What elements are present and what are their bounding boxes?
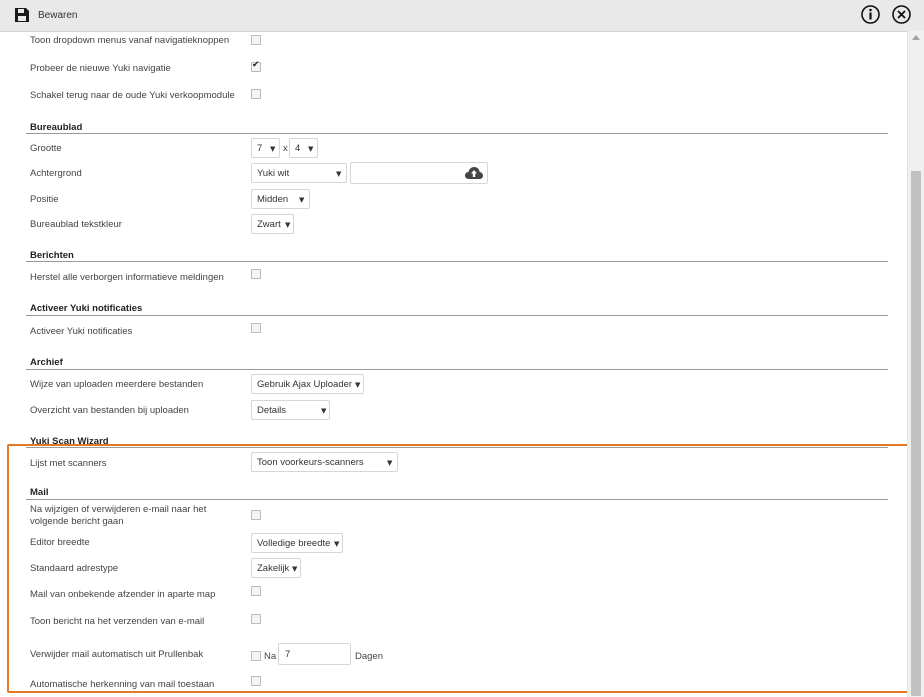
chevron-down-icon: ▼ xyxy=(299,196,305,204)
section-title-archive: Archief xyxy=(30,357,63,368)
section-divider xyxy=(26,315,888,316)
info-circle-icon[interactable] xyxy=(860,4,881,25)
size-label: Grootte xyxy=(30,143,62,154)
section-divider xyxy=(26,133,888,134)
chevron-down-icon: ▼ xyxy=(270,145,276,153)
chevron-down-icon: ▼ xyxy=(336,170,342,178)
upload-mode-label: Wijze van uploaden meerdere bestanden xyxy=(30,379,204,390)
chevron-down-icon: ▼ xyxy=(355,381,361,389)
text-color-select[interactable]: Zwart ▼ xyxy=(251,214,294,234)
section-title-messages: Berichten xyxy=(30,250,74,261)
toolbar: Bewaren xyxy=(0,0,924,32)
upload-overview-value: Details xyxy=(257,404,287,416)
position-value: Midden xyxy=(257,193,289,205)
upload-mode-select[interactable]: Gebruik Ajax Uploader ▼ xyxy=(251,374,364,394)
old-sales-label: Schakel terug naar de oude Yuki verkoopm… xyxy=(30,90,235,101)
position-select[interactable]: Midden ▼ xyxy=(251,189,310,209)
vertical-scrollbar[interactable] xyxy=(907,31,924,697)
background-value: Yuki wit xyxy=(257,167,290,179)
dropdown-nav-label: Toon dropdown menus vanaf navigatieknopp… xyxy=(30,35,230,46)
chevron-down-icon: ▼ xyxy=(308,145,314,153)
text-color-label: Bureaublad tekstkleur xyxy=(30,219,122,230)
close-circle-icon[interactable] xyxy=(891,4,912,25)
activate-notifications-checkbox[interactable] xyxy=(251,323,261,333)
section-divider xyxy=(26,369,888,370)
new-nav-checkbox[interactable] xyxy=(251,60,261,72)
save-label: Bewaren xyxy=(38,9,78,21)
restore-messages-label: Herstel alle verborgen informatieve meld… xyxy=(30,272,224,283)
upload-overview-select[interactable]: Details ▼ xyxy=(251,400,330,420)
upload-mode-value: Gebruik Ajax Uploader xyxy=(257,378,353,390)
cloud-upload-icon[interactable] xyxy=(465,166,483,180)
background-select[interactable]: Yuki wit ▼ xyxy=(251,163,347,183)
upload-overview-label: Overzicht van bestanden bij uploaden xyxy=(30,405,189,416)
save-button[interactable]: Bewaren xyxy=(14,6,77,24)
section-divider xyxy=(26,261,888,262)
section-title-notifications: Activeer Yuki notificaties xyxy=(30,303,143,314)
position-label: Positie xyxy=(30,194,59,205)
floppy-disk-icon xyxy=(15,8,29,22)
chevron-down-icon: ▼ xyxy=(285,221,291,229)
size-x-value: 7 xyxy=(257,142,263,154)
text-color-value: Zwart xyxy=(257,218,281,230)
background-label: Achtergrond xyxy=(30,168,82,179)
new-nav-label: Probeer de nieuwe Yuki navigatie xyxy=(30,63,171,74)
old-sales-checkbox[interactable] xyxy=(251,89,261,99)
size-x-select[interactable]: 7 ▼ xyxy=(251,138,280,158)
restore-messages-checkbox[interactable] xyxy=(251,269,261,279)
scrollbar-thumb[interactable] xyxy=(911,171,921,696)
activate-notifications-label: Activeer Yuki notificaties xyxy=(30,326,133,337)
mail-section-highlight xyxy=(7,444,909,693)
dropdown-nav-checkbox[interactable] xyxy=(251,35,261,45)
section-title-desktop: Bureaublad xyxy=(30,122,83,133)
size-separator: x xyxy=(283,143,288,154)
scroll-up-arrow-icon[interactable] xyxy=(912,35,920,40)
size-y-select[interactable]: 4 ▼ xyxy=(289,138,318,158)
chevron-down-icon: ▼ xyxy=(321,407,327,415)
size-y-value: 4 xyxy=(295,142,301,154)
